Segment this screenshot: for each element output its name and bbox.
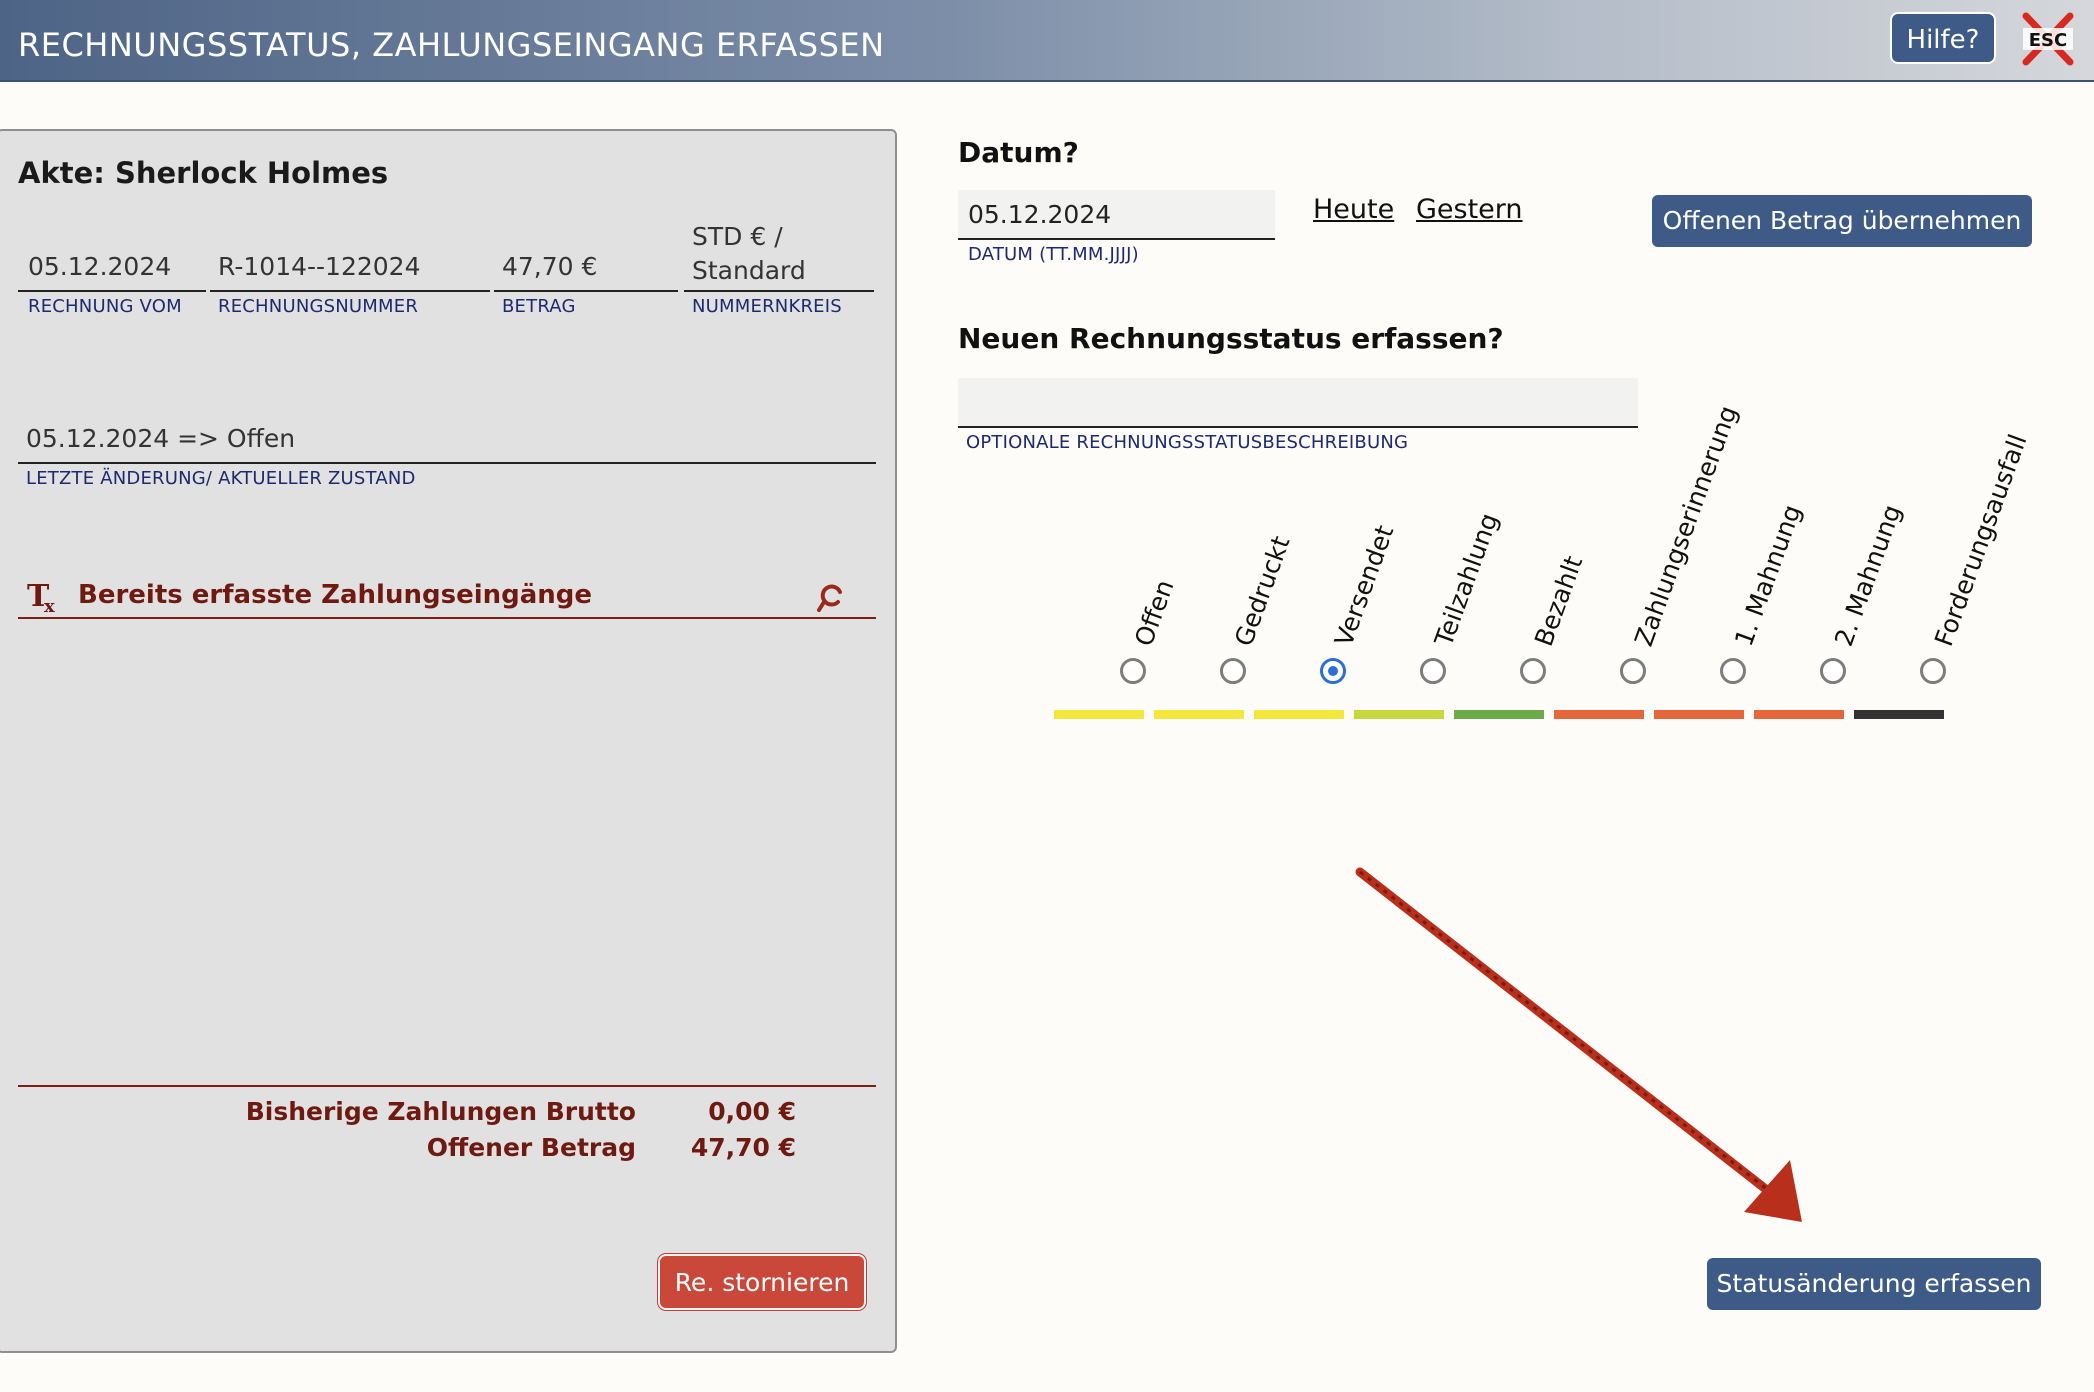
status-description-input[interactable] <box>958 378 1638 428</box>
date-input[interactable] <box>958 190 1275 240</box>
status-label: 2. Mahnung <box>1829 500 1907 650</box>
esc-close-icon[interactable]: ESC <box>2018 10 2078 68</box>
number-range-value-2: Standard <box>692 256 806 285</box>
status-label: 1. Mahnung <box>1729 500 1807 650</box>
status-description-label: OPTIONALE RECHNUNGSSTATUSBESCHREIBUNG <box>966 432 1409 453</box>
status-color-bar <box>1054 710 1144 719</box>
status-radio[interactable] <box>1820 658 1846 684</box>
number-range-label: NUMMERNKREIS <box>692 296 842 317</box>
paid-total-value: 0,00 € <box>708 1097 796 1126</box>
status-color-bar <box>1354 710 1444 719</box>
status-radio[interactable] <box>1620 658 1646 684</box>
last-change-label: LETZTE ÄNDERUNG/ AKTUELLER ZUSTAND <box>26 468 416 489</box>
status-radio[interactable] <box>1920 658 1946 684</box>
case-title: Akte: Sherlock Holmes <box>18 156 389 190</box>
amount-label: BETRAG <box>502 296 576 317</box>
svg-text:x: x <box>44 596 55 614</box>
divider <box>494 290 678 292</box>
divider <box>18 290 206 292</box>
red-arrow-icon <box>1355 867 1802 1222</box>
divider <box>18 462 876 464</box>
status-radio[interactable] <box>1520 658 1546 684</box>
help-button[interactable]: Hilfe? <box>1890 12 1996 64</box>
take-open-amount-button[interactable]: Offenen Betrag übernehmen <box>1652 195 2032 247</box>
clear-formatting-icon[interactable]: T x <box>27 578 61 617</box>
window-title: RECHNUNGSSTATUS, ZAHLUNGSEINGANG ERFASSE… <box>18 26 885 64</box>
status-radio[interactable] <box>1420 658 1446 684</box>
esc-label: ESC <box>2029 30 2067 51</box>
status-radio[interactable] <box>1720 658 1746 684</box>
invoice-number-value: R-1014--122024 <box>218 252 421 281</box>
status-color-bar <box>1454 710 1544 719</box>
last-change-value: 05.12.2024 => Offen <box>26 424 296 453</box>
status-radio[interactable] <box>1220 658 1246 684</box>
number-range-value: STD € / <box>692 222 783 251</box>
section-divider <box>18 617 876 619</box>
summary-divider <box>18 1085 876 1087</box>
refresh-icon[interactable] <box>816 580 846 612</box>
status-label: Bezahlt <box>1529 552 1589 650</box>
status-radio[interactable] <box>1320 658 1346 684</box>
submit-status-change-button[interactable]: Statusänderung erfassen <box>1707 1258 2041 1310</box>
status-radio[interactable] <box>1120 658 1146 684</box>
status-color-bar <box>1154 710 1244 719</box>
status-heading: Neuen Rechnungsstatus erfassen? <box>958 322 1504 355</box>
yesterday-link[interactable]: Gestern <box>1416 194 1523 225</box>
invoice-date-value: 05.12.2024 <box>28 252 172 281</box>
divider <box>684 290 874 292</box>
divider <box>210 290 490 292</box>
payments-section-title: Bereits erfasste Zahlungseingänge <box>78 580 593 610</box>
status-label: Offen <box>1129 575 1180 650</box>
status-color-bar <box>1854 710 1944 719</box>
amount-value: 47,70 € <box>502 252 598 281</box>
date-heading: Datum? <box>958 136 1079 169</box>
date-format-label: DATUM (TT.MM.JJJJ) <box>968 244 1139 265</box>
status-label: Gedruckt <box>1229 532 1296 650</box>
status-label: Versendet <box>1329 521 1400 650</box>
status-label: Teilzahlung <box>1429 509 1504 650</box>
status-color-bar <box>1754 710 1844 719</box>
status-color-bar <box>1254 710 1344 719</box>
status-label: Forderungsausfall <box>1929 430 2033 650</box>
open-amount-value: 47,70 € <box>690 1133 796 1162</box>
today-link[interactable]: Heute <box>1313 194 1394 225</box>
status-color-bar <box>1654 710 1744 719</box>
cancel-invoice-button[interactable]: Re. stornieren <box>658 1254 866 1310</box>
status-color-bar <box>1554 710 1644 719</box>
paid-total-label: Bisherige Zahlungen Brutto <box>245 1097 636 1126</box>
title-bar: RECHNUNGSSTATUS, ZAHLUNGSEINGANG ERFASSE… <box>0 0 2094 82</box>
invoice-number-label: RECHNUNGSNUMMER <box>218 296 419 317</box>
open-amount-label: Offener Betrag <box>426 1133 636 1162</box>
invoice-date-label: RECHNUNG VOM <box>28 296 182 317</box>
status-label: Zahlungserinnerung <box>1629 401 1743 650</box>
